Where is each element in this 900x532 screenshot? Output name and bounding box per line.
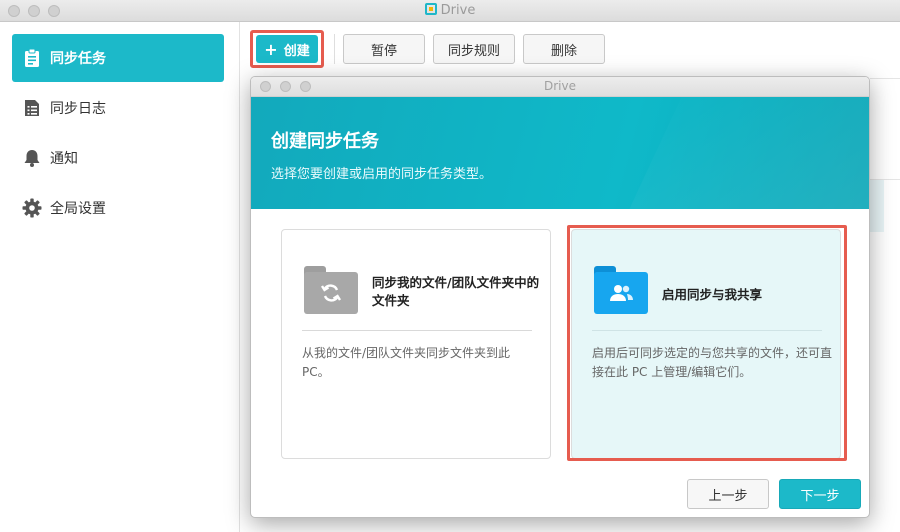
dialog-header: 创建同步任务 选择您要创建或启用的同步任务类型。 (251, 97, 869, 209)
dialog-heading: 创建同步任务 (271, 131, 379, 152)
dialog-subheading: 选择您要创建或启用的同步任务类型。 (271, 167, 493, 182)
sidebar-item-label: 同步日志 (50, 101, 106, 117)
option-card-sync-folder[interactable]: 同步我的文件/团队文件夹中的文件夹 从我的文件/团队文件夹同步文件夹到此PC。 (281, 229, 551, 459)
sidebar: 同步任务 同步日志 通知 全局设置 (0, 22, 240, 532)
sidebar-item-sync-log[interactable]: 同步日志 (12, 84, 224, 132)
delete-button[interactable]: 删除 (523, 34, 605, 64)
table-divider (870, 78, 900, 79)
sidebar-item-label: 全局设置 (50, 201, 106, 217)
sidebar-item-label: 同步任务 (50, 51, 106, 67)
bell-icon (22, 148, 42, 168)
table-row (870, 180, 884, 232)
sidebar-item-sync-tasks[interactable]: 同步任务 (12, 34, 224, 82)
sidebar-item-notifications[interactable]: 通知 (12, 134, 224, 182)
gear-icon (22, 198, 42, 218)
option-title: 同步我的文件/团队文件夹中的文件夹 (372, 275, 540, 308)
toolbar-divider (334, 34, 335, 64)
delete-button-label: 删除 (550, 43, 577, 59)
dialog-title: Drive (544, 79, 576, 93)
drive-logo-icon (424, 3, 437, 15)
sync-rules-button-label: 同步规则 (447, 43, 500, 59)
option-description: 从我的文件/团队文件夹同步文件夹到此PC。 (302, 346, 511, 379)
sync-rules-button[interactable]: 同步规则 (433, 34, 515, 64)
next-button[interactable]: 下一步 (779, 479, 861, 509)
option-divider (302, 330, 532, 331)
create-button-highlight (250, 30, 324, 68)
previous-button[interactable]: 上一步 (687, 479, 769, 509)
log-list-icon (22, 98, 42, 118)
dialog-titlebar: Drive (251, 77, 869, 97)
window-title-text: Drive (440, 3, 476, 18)
pause-button-label: 暂停 (370, 43, 397, 59)
sync-folder-icon (304, 266, 358, 314)
selected-option-highlight (567, 225, 847, 461)
window-title: Drive (0, 3, 900, 18)
sidebar-item-label: 通知 (50, 151, 78, 167)
sidebar-item-global-settings[interactable]: 全局设置 (12, 184, 224, 232)
pause-button[interactable]: 暂停 (343, 34, 425, 64)
create-sync-task-dialog: Drive 创建同步任务 选择您要创建或启用的同步任务类型。 同步我的文件/团队… (250, 76, 870, 518)
window-titlebar: Drive (0, 0, 900, 22)
clipboard-icon (22, 48, 42, 68)
